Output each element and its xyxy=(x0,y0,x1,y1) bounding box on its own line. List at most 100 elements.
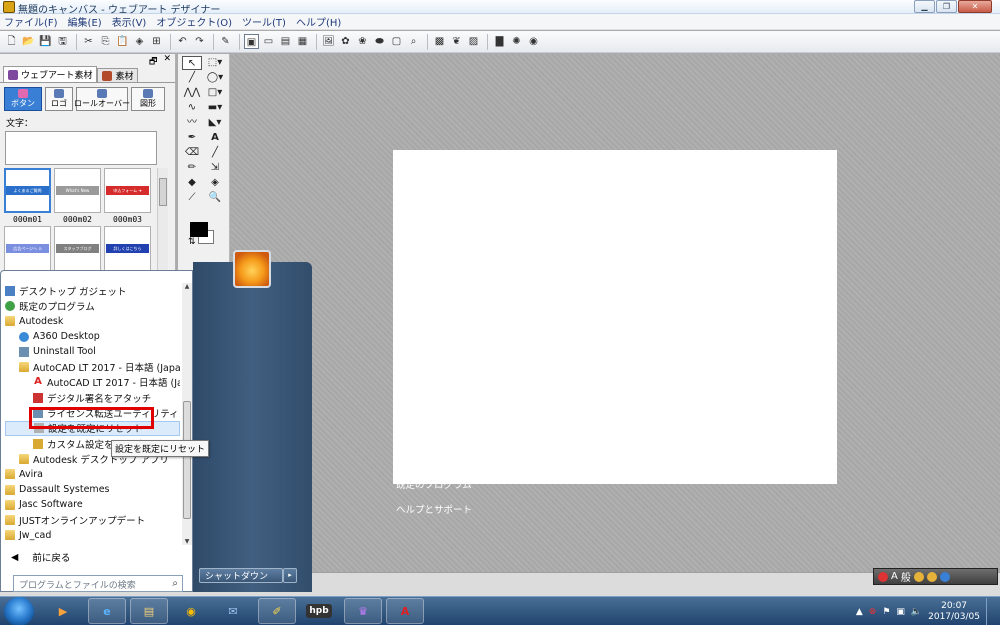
paste-icon[interactable]: 📋 xyxy=(115,34,130,49)
gradient-icon[interactable]: ◈ xyxy=(204,176,226,190)
program-item[interactable]: A AutoCAD LT 2017 - 日本語 (Japanese) xyxy=(5,375,180,390)
menu-object[interactable]: オブジェクト(O) xyxy=(156,14,232,29)
tab-web-art[interactable]: ウェブアート素材 xyxy=(3,66,98,82)
panel-close-icon[interactable]: ✕ xyxy=(163,54,171,66)
rectangle-icon[interactable]: □▾ xyxy=(204,86,226,100)
shutdown-options-icon[interactable]: ▸ xyxy=(283,568,297,583)
panel-float-icon[interactable]: 🗗 xyxy=(149,54,157,67)
clear-icon[interactable]: ◈ xyxy=(132,34,147,49)
thumbnail-item[interactable]: よくあるご質問 000m01 xyxy=(4,168,51,224)
capture-tool-icon[interactable]: ♛ xyxy=(344,598,382,624)
antivirus-icon[interactable]: ⊗ xyxy=(869,607,877,617)
link-default-programs[interactable]: 既定のプログラム xyxy=(396,474,491,499)
program-folder[interactable]: AutoCAD LT 2017 - 日本語 (Japanese) xyxy=(5,359,180,374)
link-computer[interactable]: コンピューター xyxy=(396,400,491,425)
grid-icon[interactable]: ⊞ xyxy=(149,34,164,49)
monitor-icon[interactable]: ▇ xyxy=(492,34,507,49)
category-shape[interactable]: 図形 xyxy=(131,87,165,111)
undo-icon[interactable]: ↶ xyxy=(175,34,190,49)
menu-edit[interactable]: 編集(E) xyxy=(68,14,102,29)
thumbnail-item[interactable]: 申込フォーム ➔ 000m03 xyxy=(104,168,151,224)
view-mode-3-icon[interactable]: ▤ xyxy=(278,34,293,49)
pencil-icon[interactable]: ✏ xyxy=(182,161,202,175)
start-button[interactable] xyxy=(4,597,34,625)
node-select-icon[interactable]: ⬚▾ xyxy=(204,56,226,70)
link-documents[interactable]: ドキュメント xyxy=(396,327,491,352)
category-button[interactable]: ボタン xyxy=(4,87,42,111)
text-input[interactable] xyxy=(5,131,157,165)
media-player-icon[interactable]: ▶ xyxy=(44,598,82,624)
maximize-button[interactable]: ❐ xyxy=(936,0,957,13)
polyline-icon[interactable]: ⋀⋀ xyxy=(182,86,202,100)
save-icon[interactable]: 💾 xyxy=(38,34,53,49)
open-icon[interactable]: 📂 xyxy=(21,34,36,49)
program-folder[interactable]: Dassault Systemes xyxy=(5,482,180,497)
ellipse-icon[interactable]: ◯▾ xyxy=(204,71,226,85)
link-user[interactable]: user xyxy=(396,302,491,327)
link-music[interactable]: ミュージック xyxy=(396,376,491,401)
menu-help[interactable]: ヘルプ(H) xyxy=(296,14,341,29)
pen-icon[interactable]: ✒ xyxy=(182,131,202,145)
effect-icon[interactable]: ❦ xyxy=(449,34,464,49)
new-icon[interactable]: 🗋 xyxy=(4,34,19,49)
tab-material[interactable]: 素材 xyxy=(97,68,139,82)
menu-view[interactable]: 表示(V) xyxy=(112,14,147,29)
insert-button-icon[interactable]: ⬬ xyxy=(372,34,387,49)
text-icon[interactable]: A xyxy=(204,131,226,145)
tools-icon[interactable] xyxy=(913,571,924,582)
network-icon[interactable]: ▣ xyxy=(896,607,905,617)
preview-icon[interactable]: ✺ xyxy=(509,34,524,49)
file-explorer-icon[interactable]: ▤ xyxy=(130,598,168,624)
program-item[interactable]: Uninstall Tool xyxy=(5,344,180,359)
tray-expand-icon[interactable]: ▲ xyxy=(856,607,863,617)
fill-icon[interactable]: ◆ xyxy=(182,176,202,190)
search-input[interactable]: プログラムとファイルの検索 ⌕ xyxy=(13,575,183,592)
select-icon[interactable]: ↖ xyxy=(182,56,202,70)
search-icon[interactable]: ⌕ xyxy=(172,578,178,589)
program-folder[interactable]: Jw_cad xyxy=(5,528,180,543)
link-devices-printers[interactable]: デバイスとプリンター xyxy=(396,450,491,475)
insert-logo-icon[interactable]: ❀ xyxy=(355,34,370,49)
volume-icon[interactable]: 🔈 xyxy=(911,607,922,617)
save-as-icon[interactable]: 🖫 xyxy=(55,34,70,49)
program-item[interactable]: A360 Desktop xyxy=(5,329,180,344)
user-picture[interactable] xyxy=(233,250,271,288)
view-mode-2-icon[interactable]: ▭ xyxy=(261,34,276,49)
edit-icon[interactable]: ✎ xyxy=(218,34,233,49)
ime-mode[interactable]: A xyxy=(891,571,898,582)
shutdown-button[interactable]: シャットダウン ▸ xyxy=(199,568,297,583)
link-control-panel[interactable]: コントロール パネル xyxy=(396,425,491,450)
rounded-rect-icon[interactable]: ▬▾ xyxy=(204,101,226,115)
program-folder[interactable]: JUSTオンラインアップデート xyxy=(5,512,180,527)
flag-icon[interactable]: ⚑ xyxy=(882,607,890,617)
eyedropper-icon[interactable]: ⟋ xyxy=(182,191,202,205)
brush-icon[interactable]: ╱ xyxy=(204,146,226,160)
link-pictures[interactable]: ピクチャ xyxy=(396,351,491,376)
help-icon[interactable] xyxy=(939,571,950,582)
internet-explorer-icon[interactable]: e xyxy=(88,598,126,624)
line-icon[interactable]: ╱ xyxy=(182,71,202,85)
pad-icon[interactable] xyxy=(926,571,937,582)
back-button[interactable]: ◀ 前に戻る xyxy=(11,550,70,565)
program-item[interactable]: デジタル署名をアタッチ xyxy=(5,390,180,405)
insert-art-icon[interactable]: ✿ xyxy=(338,34,353,49)
clock[interactable]: 20:07 2017/03/05 xyxy=(928,601,980,623)
copy-icon[interactable]: ⎘ xyxy=(98,34,113,49)
program-item[interactable]: 既定のプログラム xyxy=(5,298,180,313)
curve-icon[interactable]: ∿ xyxy=(182,101,202,115)
insert-image-icon[interactable]: 🖼 xyxy=(321,34,336,49)
thumbnail-item[interactable]: What's New 000m02 xyxy=(54,168,101,224)
zoom-icon[interactable]: 🔍 xyxy=(204,191,226,205)
photo-icon[interactable]: ▨ xyxy=(466,34,481,49)
category-logo[interactable]: ロゴ xyxy=(45,87,73,111)
show-desktop-button[interactable] xyxy=(986,598,994,625)
cut-icon[interactable]: ✂ xyxy=(81,34,96,49)
autocad-icon[interactable]: A xyxy=(386,598,424,624)
view-mode-1-icon[interactable]: ▣ xyxy=(244,34,259,49)
minimize-button[interactable]: ▁ xyxy=(914,0,935,13)
eye-icon[interactable]: ◉ xyxy=(526,34,541,49)
transform-icon[interactable]: ⇲ xyxy=(204,161,226,175)
view-mode-4-icon[interactable]: ▦ xyxy=(295,34,310,49)
foreground-color-swatch[interactable] xyxy=(190,222,208,237)
menu-tools[interactable]: ツール(T) xyxy=(242,14,286,29)
